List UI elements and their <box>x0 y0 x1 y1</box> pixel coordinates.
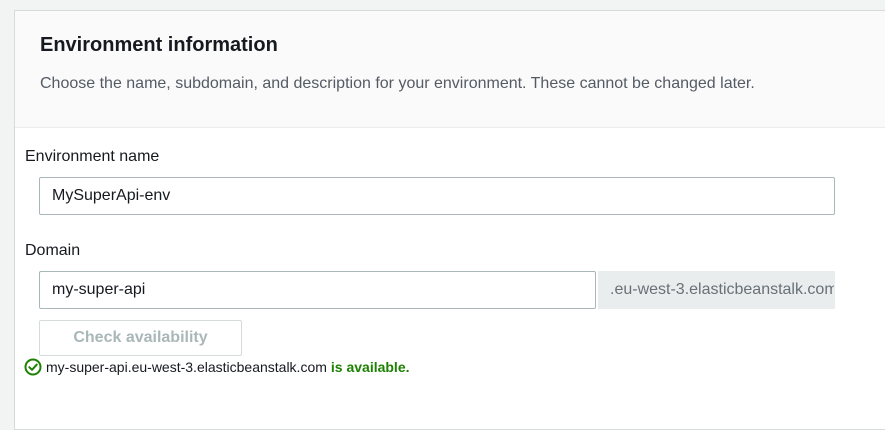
panel-title: Environment information <box>40 34 278 56</box>
environment-name-label: Environment name <box>25 148 160 165</box>
availability-status: my-super-api.eu-west-3.elasticbeanstalk.… <box>24 357 410 377</box>
check-availability-button[interactable]: Check availability <box>39 320 242 356</box>
check-circle-icon <box>24 358 42 376</box>
domain-label: Domain <box>25 242 81 259</box>
domain-suffix: .eu-west-3.elasticbeanstalk.com <box>598 271 835 309</box>
panel-header: Environment information Choose the name,… <box>15 11 885 128</box>
domain-input[interactable] <box>39 271 596 309</box>
panel-description: Choose the name, subdomain, and descript… <box>40 75 755 92</box>
availability-domain-text: my-super-api.eu-west-3.elasticbeanstalk.… <box>46 359 327 375</box>
environment-name-input[interactable] <box>39 177 835 215</box>
availability-status-text: is available. <box>330 359 410 375</box>
